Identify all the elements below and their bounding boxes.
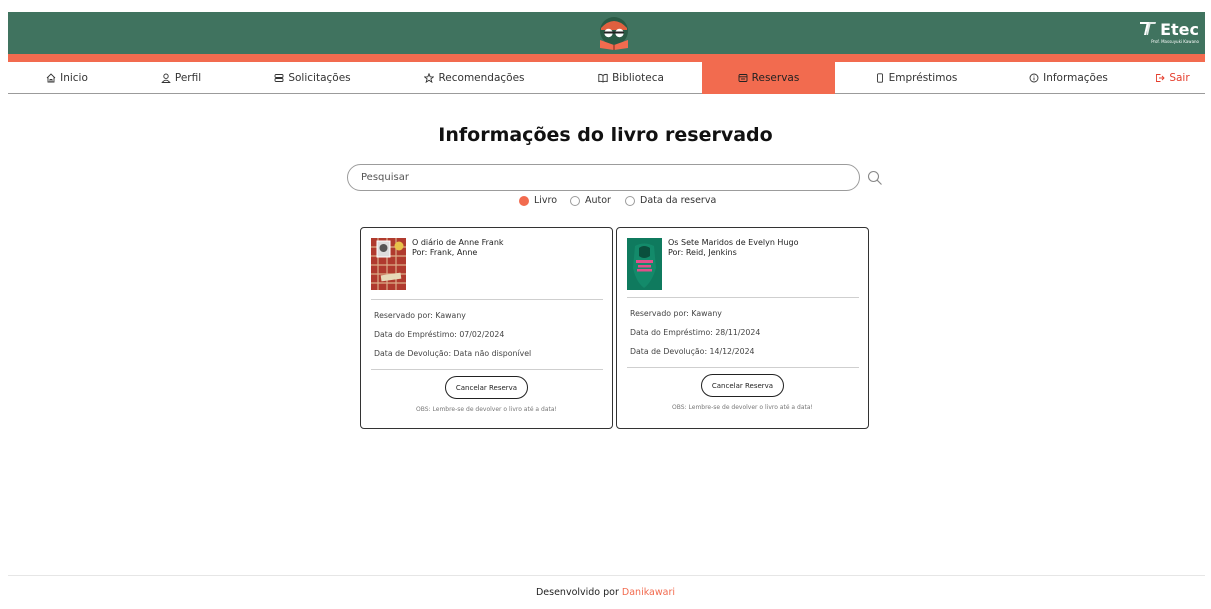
nav-item-label: Sair bbox=[1169, 72, 1190, 84]
cancel-reservation-button[interactable]: Cancelar Reserva bbox=[701, 374, 784, 397]
top-header: Etec Prof. Massuyuki Kawano bbox=[8, 12, 1205, 54]
loan-date: Data do Empréstimo: 07/02/2024 bbox=[374, 330, 505, 339]
reserved-by: Reservado por: Kawany bbox=[630, 309, 722, 318]
footer-author-link[interactable]: Danikawari bbox=[622, 587, 675, 598]
nav-item-emprestimos[interactable]: Empréstimos bbox=[835, 62, 997, 94]
footer-divider bbox=[8, 575, 1205, 576]
card-divider bbox=[371, 299, 603, 300]
nav-item-label: Reservas bbox=[751, 72, 800, 84]
return-note: OBS: Lembre-se de devolver o livro até a… bbox=[672, 404, 813, 411]
reservation-icon bbox=[738, 74, 748, 82]
return-date: Data de Devolução: 14/12/2024 bbox=[630, 347, 755, 356]
nav-item-informacoes[interactable]: Informações bbox=[997, 62, 1140, 94]
loan-date: Data do Empréstimo: 28/11/2024 bbox=[630, 328, 761, 337]
nav-item-solicitacoes[interactable]: Solicitações bbox=[236, 62, 389, 94]
inbox-icon bbox=[274, 74, 284, 82]
main-nav: Inicio Perfil Solicitações Recomendações… bbox=[8, 62, 1205, 94]
logout-icon bbox=[1156, 74, 1165, 82]
etec-logo-subtext: Prof. Massuyuki Kawano bbox=[1151, 39, 1199, 44]
nav-item-perfil[interactable]: Perfil bbox=[126, 62, 236, 94]
filter-radio-livro[interactable]: Livro bbox=[519, 195, 557, 206]
filter-label: Livro bbox=[534, 195, 558, 206]
filter-label: Data da reserva bbox=[640, 195, 717, 206]
home-icon bbox=[46, 73, 56, 83]
star-icon bbox=[424, 73, 435, 83]
page-title: Informações do livro reservado bbox=[438, 124, 773, 146]
app-logo-icon[interactable] bbox=[596, 16, 632, 50]
etec-logo: Etec Prof. Massuyuki Kawano bbox=[1139, 20, 1199, 44]
card-divider bbox=[627, 367, 859, 368]
search-box bbox=[347, 164, 860, 191]
nav-item-label: Inicio bbox=[60, 72, 88, 84]
filter-radio-data-reserva[interactable]: Data da reserva bbox=[625, 195, 716, 206]
filter-label: Autor bbox=[585, 195, 611, 206]
nav-item-inicio[interactable]: Inicio bbox=[8, 62, 126, 94]
nav-item-biblioteca[interactable]: Biblioteca bbox=[560, 62, 702, 94]
return-note: OBS: Lembre-se de devolver o livro até a… bbox=[416, 406, 557, 413]
nav-item-recomendacoes[interactable]: Recomendações bbox=[389, 62, 560, 94]
reserved-by: Reservado por: Kawany bbox=[374, 311, 466, 320]
footer: Desenvolvido por Danikawari bbox=[0, 587, 1211, 598]
search-input[interactable] bbox=[348, 165, 859, 190]
nav-item-sair[interactable]: Sair bbox=[1140, 62, 1205, 94]
radio-unchecked-icon[interactable] bbox=[625, 195, 635, 206]
nav-item-label: Perfil bbox=[174, 72, 202, 84]
etec-mark-icon bbox=[1140, 22, 1157, 35]
nav-item-label: Informações bbox=[1043, 72, 1108, 84]
nav-item-label: Biblioteca bbox=[612, 72, 664, 84]
search-filter-group: Livro Autor Data da reserva bbox=[0, 195, 1211, 209]
nav-item-label: Solicitações bbox=[288, 72, 351, 84]
book-author: Por: Reid, Jenkins bbox=[668, 248, 737, 257]
reservation-card: O diário de Anne Frank Por: Frank, Anne … bbox=[360, 227, 613, 429]
info-icon bbox=[1029, 73, 1039, 83]
book-open-icon bbox=[598, 73, 608, 83]
return-date: Data de Devolução: Data não disponível bbox=[374, 349, 532, 358]
nav-item-label: Empréstimos bbox=[888, 72, 958, 84]
book-cover-anne-frank bbox=[371, 238, 406, 290]
search-icon[interactable] bbox=[867, 170, 883, 186]
nav-item-label: Recomendações bbox=[438, 72, 525, 84]
cancel-reservation-button[interactable]: Cancelar Reserva bbox=[445, 376, 528, 399]
filter-radio-autor[interactable]: Autor bbox=[570, 195, 611, 206]
radio-unchecked-icon[interactable] bbox=[570, 195, 580, 206]
book-cover-evelyn-hugo bbox=[627, 238, 662, 290]
book-title: O diário de Anne Frank bbox=[412, 238, 504, 247]
card-divider bbox=[371, 369, 603, 370]
reservation-card: Os Sete Maridos de Evelyn Hugo Por: Reid… bbox=[616, 227, 869, 429]
etec-logo-text: Etec bbox=[1160, 20, 1199, 39]
card-divider bbox=[627, 297, 859, 298]
radio-checked-icon[interactable] bbox=[519, 195, 529, 206]
phone-icon bbox=[876, 73, 883, 83]
nav-item-reservas[interactable]: Reservas bbox=[702, 62, 835, 94]
book-title: Os Sete Maridos de Evelyn Hugo bbox=[668, 238, 799, 247]
footer-prefix: Desenvolvido por bbox=[535, 587, 619, 598]
user-icon bbox=[161, 73, 171, 83]
header-accent-strip bbox=[8, 54, 1205, 62]
book-author: Por: Frank, Anne bbox=[412, 248, 478, 257]
